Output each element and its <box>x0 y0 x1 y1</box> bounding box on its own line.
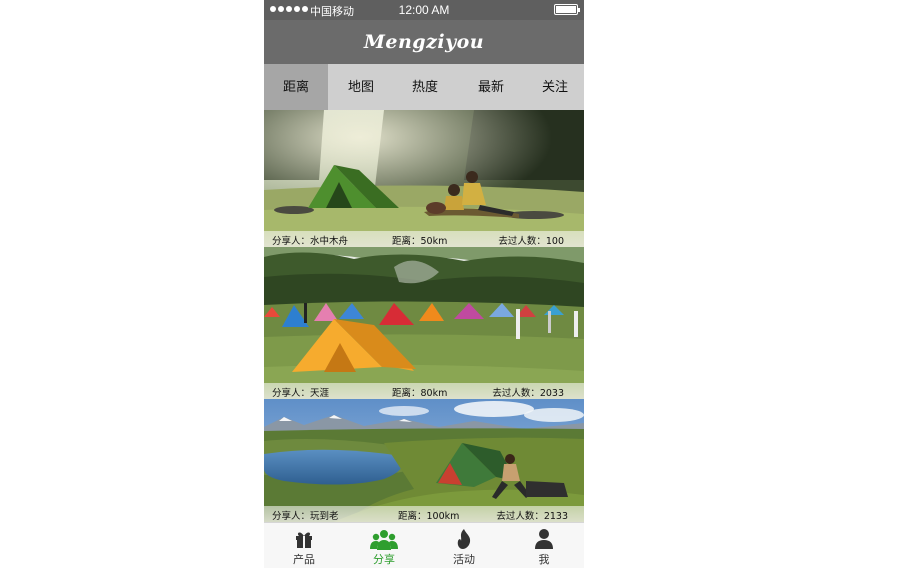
sharer-label: 分享人：天涯 <box>272 388 330 399</box>
battery-icon <box>554 4 580 15</box>
bottom-tab-products[interactable]: 产品 <box>264 523 344 568</box>
feed-card[interactable]: 分享人：玩到老 距离：100km 去过人数：2133 <box>264 399 584 522</box>
distance-label: 距离：100km <box>398 511 460 522</box>
sharer-label: 分享人：玩到老 <box>272 511 339 522</box>
visitors-label: 去过人数：100 <box>498 236 564 247</box>
campsite-photo <box>264 247 584 399</box>
campsite-photo <box>264 110 584 247</box>
card-meta: 分享人：水中木舟 距离：50km 去过人数：100 <box>264 231 584 247</box>
group-icon <box>370 530 398 550</box>
bottom-tab-activities[interactable]: 活动 <box>424 523 504 568</box>
tab-map[interactable]: 地图 <box>328 64 394 110</box>
card-meta: 分享人：天涯 距离：80km 去过人数：2033 <box>264 383 584 399</box>
gift-icon <box>296 532 312 548</box>
feed-card[interactable]: 分享人：水中木舟 距离：50km 去过人数：100 <box>264 110 584 247</box>
bottom-tab-label: 我 <box>538 553 550 566</box>
bottom-tab-bar: 产品 分享 活动 我 <box>264 522 584 568</box>
filter-tabs: 距离 地图 热度 最新 关注 <box>264 64 584 110</box>
feed-card[interactable]: 分享人：天涯 距离：80km 去过人数：2033 <box>264 247 584 399</box>
bottom-tab-share[interactable]: 分享 <box>344 523 424 568</box>
nav-bar: Mengziyou <box>264 20 584 64</box>
user-icon <box>535 529 553 549</box>
status-bar: 中国移动 12:00 AM <box>264 0 584 20</box>
bottom-tab-label: 分享 <box>373 553 395 566</box>
flame-icon <box>457 529 471 549</box>
bottom-tab-label: 活动 <box>453 553 475 566</box>
visitors-label: 去过人数：2133 <box>496 511 568 522</box>
sharer-label: 分享人：水中木舟 <box>272 236 349 247</box>
status-time: 12:00 AM <box>398 3 450 17</box>
tab-latest[interactable]: 最新 <box>456 64 526 110</box>
feed-list: 分享人：水中木舟 距离：50km 去过人数：100 分享人：天涯 距离：80km… <box>264 110 584 522</box>
bottom-tab-label: 产品 <box>293 553 315 566</box>
visitors-label: 去过人数：2033 <box>492 388 564 399</box>
campsite-photo <box>264 399 584 522</box>
tab-following[interactable]: 关注 <box>526 64 584 110</box>
phone-screen: 中国移动 12:00 AM Mengziyou 距离 地图 热度 最新 关注 分… <box>264 0 584 568</box>
app-title: Mengziyou <box>363 31 485 53</box>
tab-popularity[interactable]: 热度 <box>394 64 456 110</box>
distance-label: 距离：80km <box>392 388 448 399</box>
tab-distance[interactable]: 距离 <box>264 64 328 110</box>
distance-label: 距离：50km <box>392 236 448 247</box>
bottom-tab-me[interactable]: 我 <box>504 523 584 568</box>
card-meta: 分享人：玩到老 距离：100km 去过人数：2133 <box>264 506 584 522</box>
